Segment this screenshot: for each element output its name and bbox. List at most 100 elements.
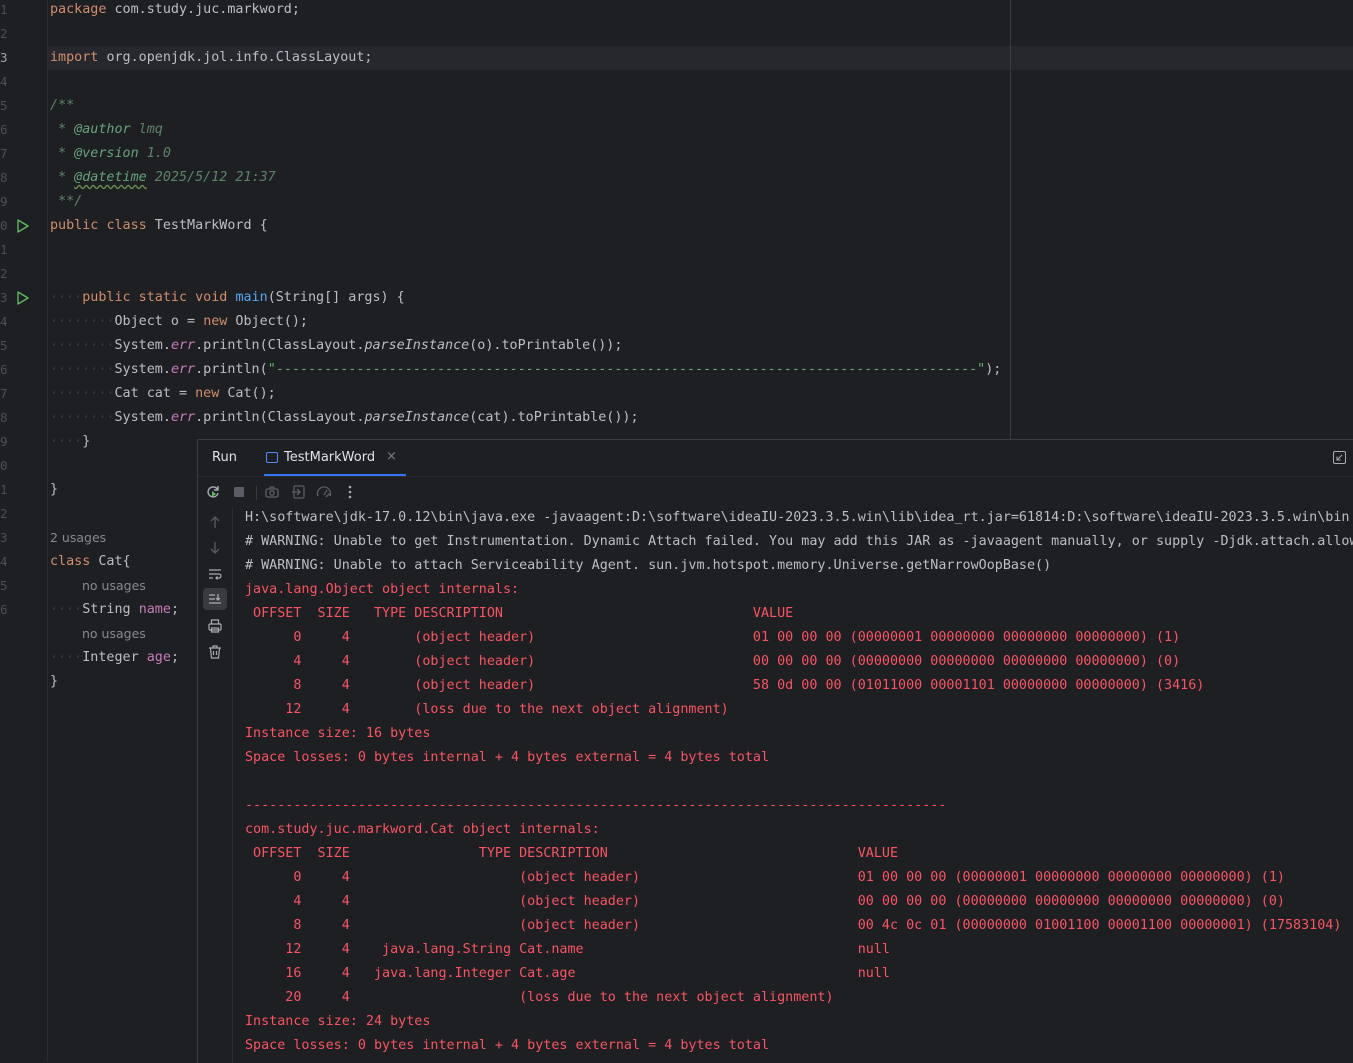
console-line: Space losses: 0 bytes internal + 4 bytes… [245,1038,770,1053]
line-number: 4 [0,314,8,329]
code-line-24: ····String name; [50,602,179,617]
code-line-8: * @datetime 2025/5/12 21:37 [50,170,276,185]
line-number: 6 [0,602,8,617]
console-line: # WARNING: Unable to get Instrumentation… [245,534,1353,549]
code-line-26: } [50,674,59,689]
line-number: 1 [0,242,8,257]
console-line: com.study.juc.markword.Cat object intern… [245,822,600,837]
code-line-9: **/ [50,194,83,209]
code-line-7: * @version 1.0 [50,146,171,161]
console-line: 16 4 java.lang.Integer Cat.age null [245,966,890,981]
code-line-14: ········Object o = new Object(); [50,314,308,329]
line-number: 0 [0,458,8,473]
right-margin-guide [1010,0,1011,440]
gutter-divider [47,0,48,1062]
line-number: 8 [0,170,8,185]
line-number: 5 [0,338,8,353]
line-number: 9 [0,434,8,449]
code-line-5: /** [50,98,75,113]
usages-hint[interactable]: 2 usages [50,526,106,550]
rerun-icon[interactable] [205,484,221,500]
tab-close-icon[interactable]: × [386,449,397,464]
line-number: 1 [0,2,8,17]
scroll-down-icon[interactable] [207,540,223,556]
console-line: Space losses: 0 bytes internal + 4 bytes… [245,750,770,765]
console-line: 12 4 java.lang.String Cat.name null [245,942,890,957]
line-number: 2 [0,26,8,41]
line-number: 6 [0,122,8,137]
line-number: 5 [0,578,8,593]
more-options-icon[interactable] [342,484,358,500]
line-number: 2 [0,266,8,281]
trash-icon[interactable] [207,644,223,660]
line-number: 4 [0,554,8,569]
code-line-16: ········System.err.println("------------… [50,362,1002,377]
line-number: 9 [0,194,8,209]
code-line-15: ········System.err.println(ClassLayout.p… [50,338,623,353]
console-side-toolbar [198,508,233,1063]
exit-icon[interactable] [291,484,307,500]
scroll-to-end-icon [209,594,221,604]
console-tab-icon [266,452,278,463]
console-line: Instance size: 24 bytes [245,1014,431,1029]
code-line-6: * @author lmq [50,122,163,137]
camera-icon[interactable] [264,484,280,500]
console-line: OFFSET SIZE TYPE DESCRIPTION VALUE [245,606,794,621]
no-usages-hint-2[interactable]: no usages [82,622,146,646]
line-number: 3 [0,530,8,545]
code-line-10: public class TestMarkWord { [50,218,268,233]
line-number: 8 [0,410,8,425]
console-line: Instance size: 16 bytes [245,726,431,741]
stop-icon[interactable] [231,484,247,500]
line-number: 6 [0,362,8,377]
minimize-panel-icon[interactable] [1333,451,1346,464]
code-line-21: } [50,482,59,497]
console-line: java.lang.Object object internals: [245,582,520,597]
console-line: 4 4 (object header) 00 00 00 00 (0000000… [245,894,1285,909]
tab-label: TestMarkWord [284,450,376,465]
console-output[interactable]: H:\software\jdk-17.0.12\bin\java.exe -ja… [245,507,1353,1063]
run-title[interactable]: Run [212,450,237,465]
console-line: 8 4 (object header) 00 4c 0c 01 (0000000… [245,918,1342,933]
code-line-13: ····public static void main(String[] arg… [50,290,405,305]
tab-testmarkword[interactable]: TestMarkWord × [264,440,406,476]
no-usages-hint-1[interactable]: no usages [82,574,146,598]
run-tool-window[interactable]: Run TestMarkWord × H:\software\jdk-17.0.… [197,439,1353,1063]
run-class-icon[interactable] [15,214,31,238]
code-line-18: ········System.err.println(ClassLayout.p… [50,410,639,425]
line-number: 2 [0,506,8,521]
code-line-23: class Cat{ [50,554,131,569]
soft-wrap-icon[interactable] [207,566,223,582]
console-line: 0 4 (object header) 01 00 00 00 (0000000… [245,870,1285,885]
print-icon[interactable] [207,618,223,634]
console-line: 12 4 (loss due to the next object alignm… [245,702,729,717]
line-number: 3 [0,290,8,305]
toolbar-separator [256,486,257,500]
console-line: # WARNING: Unable to attach Serviceabili… [245,558,1052,573]
code-line-3: import org.openjdk.jol.info.ClassLayout; [50,50,373,65]
run-header: Run TestMarkWord × [198,440,1353,477]
console-line: 4 4 (object header) 00 00 00 00 (0000000… [245,654,1181,669]
console-line: 20 4 (loss due to the next object alignm… [245,990,834,1005]
run-toolbar [198,477,1353,507]
console-line: ----------------------------------------… [245,798,947,813]
code-line-1: package com.study.juc.markword; [50,2,300,17]
line-number: 7 [0,386,8,401]
console-line: 0 4 (object header) 01 00 00 00 (0000000… [245,630,1181,645]
code-line-17: ········Cat cat = new Cat(); [50,386,276,401]
line-number: 4 [0,74,8,89]
console-line: H:\software\jdk-17.0.12\bin\java.exe -ja… [245,510,1350,525]
console-line: OFFSET SIZE TYPE DESCRIPTION VALUE [245,846,899,861]
line-number: 5 [0,98,8,113]
line-number: 0 [0,218,8,233]
profiler-icon[interactable] [316,484,332,500]
run-main-icon[interactable] [15,286,31,310]
scroll-to-end-toggle[interactable] [203,588,227,610]
line-number: 3 [0,50,8,65]
scroll-up-icon[interactable] [207,514,223,530]
code-line-25: ····Integer age; [50,650,179,665]
console-line: 8 4 (object header) 58 0d 00 00 (0101100… [245,678,1205,693]
line-number: 1 [0,482,8,497]
code-line-19: ····} [50,434,91,449]
line-number: 7 [0,146,8,161]
